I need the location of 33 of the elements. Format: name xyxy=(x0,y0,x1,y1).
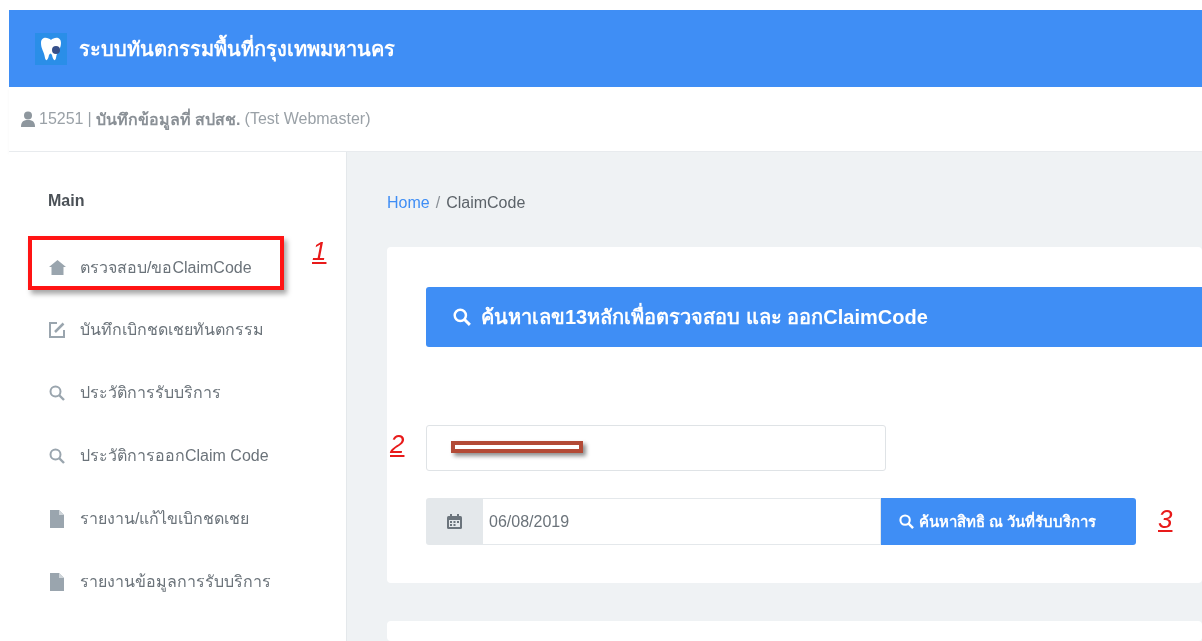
callout-number: 1 xyxy=(312,236,327,267)
calendar-icon xyxy=(447,514,462,529)
edit-icon xyxy=(48,320,66,339)
app-title: ระบบทันตกรรมพื้นที่กรุงเทพมหานคร xyxy=(79,32,395,65)
search-icon xyxy=(49,447,65,464)
user-role: บันทึกข้อมูลที่ สปสช. xyxy=(95,107,241,132)
breadcrumb-current: ClaimCode xyxy=(446,194,526,213)
breadcrumb-link[interactable]: Home xyxy=(387,194,430,216)
sidebar-item[interactable]: บันทึกเบิกชดเชยทันตกรรม xyxy=(80,317,264,342)
sidebar-item[interactable]: ประวัติการรับบริการ xyxy=(80,380,221,405)
separator-text: | xyxy=(87,110,92,128)
date-input-field[interactable]: 06/08/2019 xyxy=(483,498,881,545)
user-id: 15251 xyxy=(39,110,84,128)
id-input-field[interactable] xyxy=(426,425,886,471)
callout-number: 2 xyxy=(390,429,405,460)
sidebar-item[interactable]: ตรวจสอบ/ขอClaimCode xyxy=(80,254,252,280)
search-button[interactable]: ค้นหาสิทธิ ณ วันที่รับบริการ xyxy=(881,498,1136,545)
sidebar-item[interactable]: ประวัติการออกClaim Code xyxy=(80,443,269,468)
home-icon xyxy=(48,259,66,275)
search-icon xyxy=(899,514,914,529)
tooth-logo-icon xyxy=(35,32,67,65)
section-heading: Main xyxy=(47,192,86,210)
callout-number: 3 xyxy=(1158,504,1173,535)
banner-title: ค้นหาเลข13หลักเพื่อตรวจสอบ และ ออกClaimCode xyxy=(481,301,928,333)
breadcrumb-separator: / xyxy=(435,194,441,213)
sidebar-item[interactable]: รายงานข้อมูลการรับบริการ xyxy=(80,569,271,594)
search-icon xyxy=(453,308,471,326)
user-name: (Test Webmaster) xyxy=(244,110,371,128)
user-icon xyxy=(21,111,35,127)
document-icon xyxy=(50,509,64,528)
document-icon xyxy=(50,572,64,591)
search-icon xyxy=(49,384,65,401)
sidebar-item[interactable]: รายงาน/แก้ไขเบิกชดเชย xyxy=(80,506,250,531)
